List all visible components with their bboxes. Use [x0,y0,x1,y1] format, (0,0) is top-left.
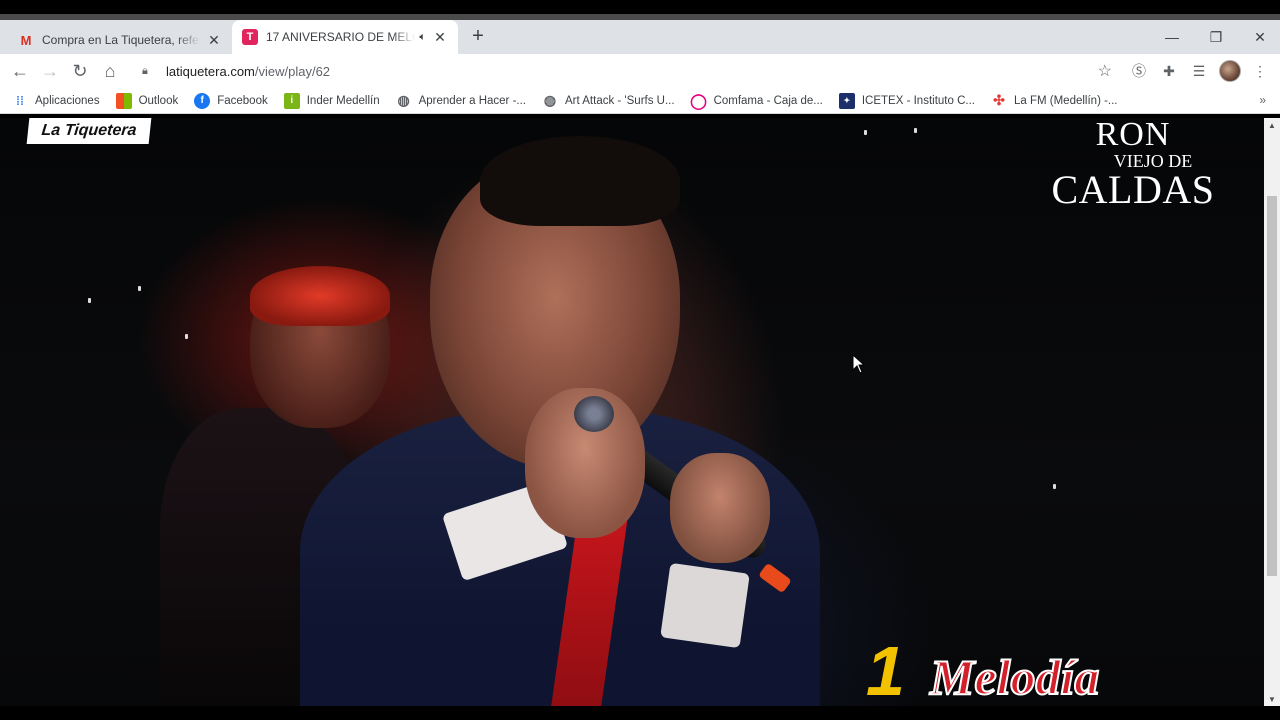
stage-light [914,128,917,133]
lafm-icon: ✣ [993,92,1005,108]
close-window-icon[interactable]: ✕ [1238,20,1280,54]
reload-icon[interactable]: ↻ [66,57,94,85]
speaker-icon[interactable]: 🔈︎ [419,31,426,44]
top-edge [0,0,1280,14]
mouse-cursor-icon [852,354,866,374]
minimize-icon[interactable]: — [1150,20,1194,54]
browser-window: M Compra en La Tiquetera, referencia ✕ T… [0,0,1280,720]
melodia-logo: Melodía [929,648,1100,706]
extensions-puzzle-icon[interactable]: ✚ [1158,60,1180,82]
bookmark-aprender[interactable]: ◍ Aprender a Hacer -... [396,92,527,109]
more-bookmarks-icon[interactable]: » [1259,93,1266,107]
scroll-up-icon[interactable]: ▲ [1264,118,1280,132]
close-tab-icon[interactable]: ✕ [206,32,222,48]
stage-light [138,286,141,291]
address-bar[interactable]: 🔒︎ latiquetera.com/view/play/62 ☆ [134,57,1120,85]
lock-icon[interactable]: 🔒︎ [142,65,156,78]
stage-light [1053,484,1056,489]
video-player[interactable]: La Tiquetera RON VIEJO DE CALDAS 1 Melod… [0,118,1264,706]
bookmark-facebook[interactable]: f Facebook [194,92,268,109]
close-tab-icon[interactable]: ✕ [432,29,448,45]
singer-hair [480,136,680,226]
bookmark-inder[interactable]: i Inder Medellín [283,92,380,109]
profile-avatar[interactable] [1219,60,1241,82]
stage-light [88,298,91,303]
singer-hand-lower [670,453,770,563]
restore-icon[interactable]: ❐ [1194,20,1238,54]
drummer-hair [250,266,390,326]
windows-logo-icon [115,92,132,109]
ron-viejo-de-caldas-logo: RON VIEJO DE CALDAS [1051,118,1215,212]
bookmark-lafm[interactable]: ✣ La FM (Medellín) -... [991,92,1117,109]
tab-aniversario[interactable]: T 17 ANIVERSARIO DE MELODIA 🔈︎ ✕ [232,20,458,54]
bookmark-comfama[interactable]: ◯ Comfama - Caja de... [690,92,823,110]
menu-kebab-icon[interactable]: ⋮ [1249,60,1271,82]
shirt-cuff [660,562,750,649]
tab-title: Compra en La Tiquetera, referencia [42,33,200,47]
globe-icon: ◍ [397,92,410,108]
tab-gmail[interactable]: M Compra en La Tiquetera, referencia ✕ [8,26,232,54]
home-icon[interactable]: ⌂ [96,57,124,85]
media-queue-icon[interactable]: ☰ [1188,60,1210,82]
comfama-icon: ◯ [690,92,707,110]
globe-icon: ◍ [543,92,557,108]
gmail-icon: M [20,32,32,48]
tab-title: 17 ANIVERSARIO DE MELODIA [266,30,415,44]
scrollbar-thumb[interactable] [1267,196,1277,576]
forward-icon[interactable]: → [36,57,64,85]
tab-strip: M Compra en La Tiquetera, referencia ✕ T… [0,14,1280,54]
back-icon[interactable]: ← [6,57,34,85]
page-scrollbar[interactable]: ▲ ▼ [1264,118,1280,706]
scroll-down-icon[interactable]: ▼ [1264,692,1280,706]
apps-grid-icon: ⁞⁞ [16,93,24,108]
stage-light [185,334,188,339]
url-text[interactable]: latiquetera.com/view/play/62 [166,64,330,79]
inder-icon: i [283,92,300,109]
bottom-edge [0,706,1280,720]
new-tab-button[interactable]: + [466,25,490,49]
facebook-icon: f [194,92,211,109]
skype-extension-icon[interactable]: Ⓢ [1128,60,1150,82]
icetex-icon: ✦ [838,92,855,109]
bookmark-art-attack[interactable]: ◍ Art Attack - 'Surfs U... [542,92,675,109]
microphone-head [574,396,614,432]
tiquetera-icon: T [242,29,258,45]
browser-toolbar: ← → ↻ ⌂ 🔒︎ latiquetera.com/view/play/62 … [0,54,1280,88]
bookmarks-bar: ⁞⁞ Aplicaciones Outlook f Facebook i Ind… [0,88,1280,114]
bookmark-icetex[interactable]: ✦ ICETEX - Instituto C... [838,92,975,109]
la-tiquetera-watermark: La Tiquetera [26,118,152,144]
bookmark-aplicaciones[interactable]: ⁞⁞ Aplicaciones [12,93,100,109]
bookmark-outlook[interactable]: Outlook [115,92,178,109]
bookmark-star-icon[interactable]: ☆ [1098,61,1112,81]
stage-light [864,130,867,135]
